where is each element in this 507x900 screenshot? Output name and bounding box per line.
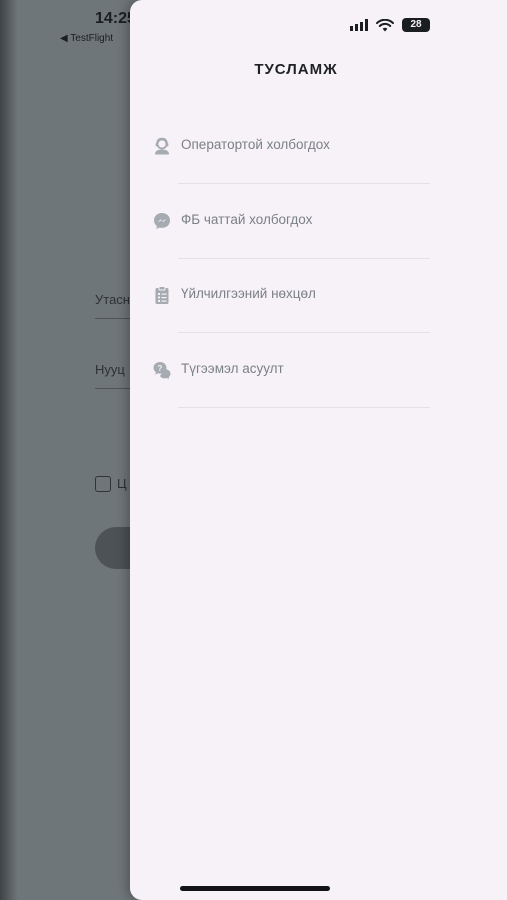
menu-divider [178, 332, 430, 333]
messenger-icon [154, 213, 170, 229]
menu-item-terms[interactable]: Үйлчилгээний нөхцөл [150, 275, 440, 315]
menu-item-label: Түгээмэл асуулт [181, 361, 284, 376]
menu-divider [178, 407, 430, 408]
operator-icon [155, 137, 169, 155]
phone-field-underline [95, 318, 135, 319]
menu-item-operator[interactable]: Оператортой холбогдох [150, 126, 440, 166]
menu-item-fb-chat[interactable]: ФБ чаттай холбогдох [150, 201, 440, 241]
menu-item-faq[interactable]: ? Түгээмэл асуулт [150, 350, 440, 390]
menu-item-label: ФБ чаттай холбогдох [181, 212, 313, 227]
menu-item-label: Оператортой холбогдох [181, 137, 330, 152]
menu-divider [178, 183, 430, 184]
edge-shadow [0, 0, 18, 900]
password-field-label: Нууц [95, 362, 125, 377]
status-icons: 28 [350, 18, 430, 32]
svg-text:?: ? [158, 364, 163, 373]
remember-checkbox-label: Ц [117, 476, 127, 491]
screen: 14:25 ◀ TestFlight Утасн Нууц Ц 28 ТУСЛА… [0, 0, 507, 900]
back-to-testflight-link[interactable]: ◀ TestFlight [60, 33, 113, 44]
wifi-icon [376, 18, 394, 31]
phone-field-label: Утасн [95, 292, 130, 307]
faq-icon: ? [153, 362, 171, 379]
home-indicator[interactable] [180, 886, 330, 891]
battery-icon: 28 [402, 18, 430, 32]
cellular-signal-icon [350, 19, 368, 31]
clipboard-icon [155, 286, 169, 304]
drawer-title: ТУСЛАМЖ [254, 61, 338, 78]
menu-item-label: Үйлчилгээний нөхцөл [181, 286, 316, 301]
password-field-underline [95, 388, 135, 389]
help-drawer: 28 ТУСЛАМЖ Оператортой холбогдох ФБ чатт… [130, 0, 507, 900]
menu-divider [178, 258, 430, 259]
remember-checkbox[interactable] [95, 476, 111, 492]
